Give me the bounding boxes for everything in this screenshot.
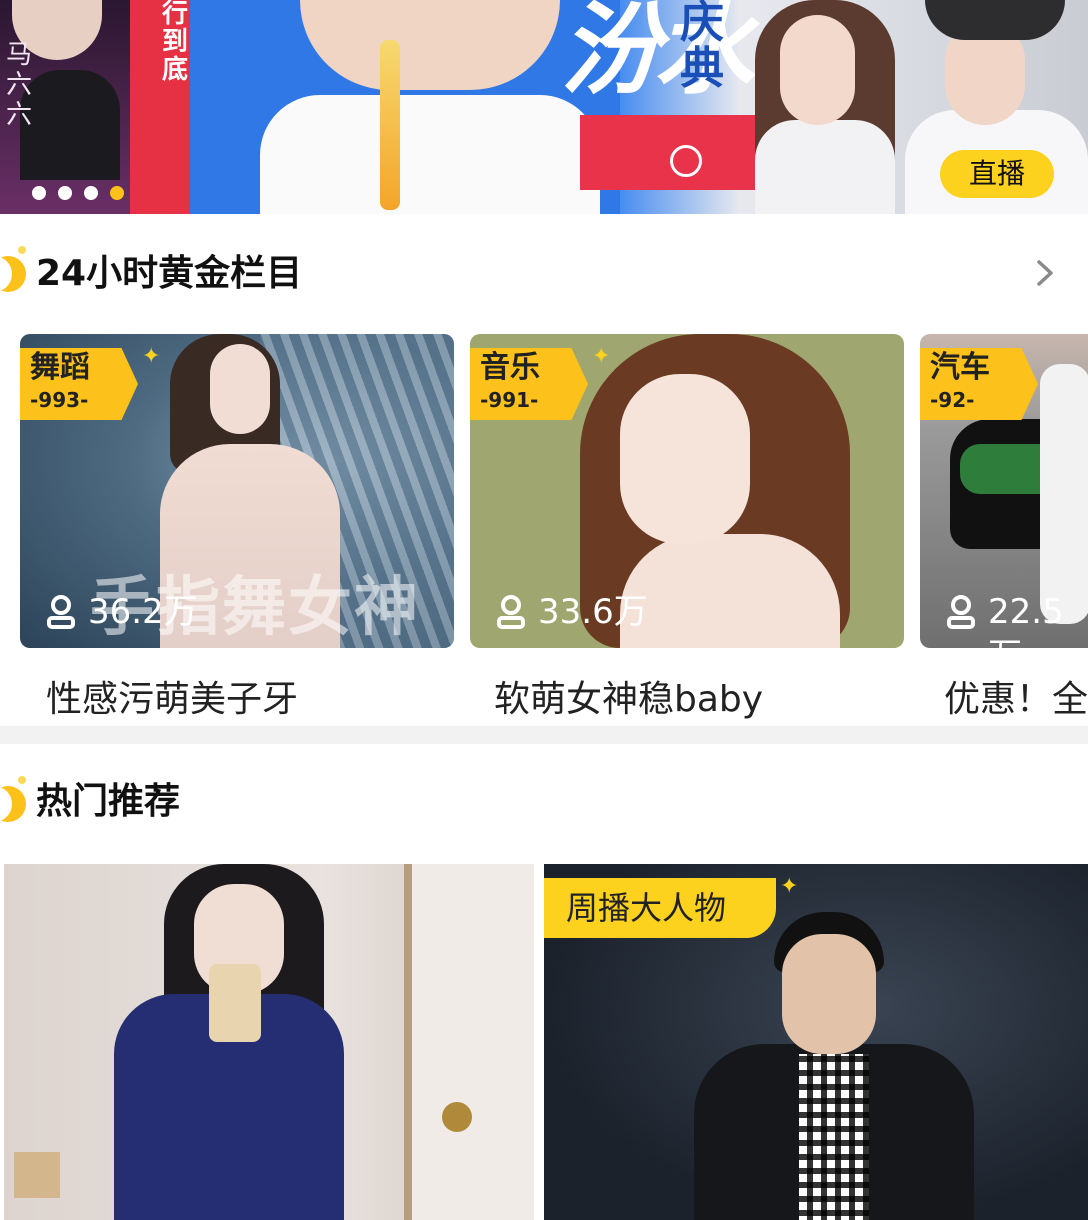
category-badge: 舞蹈 -993- [20,348,138,420]
gold-card-music[interactable]: 音乐 -991- ✦ 33.6万 [470,334,904,648]
carousel-dot[interactable] [58,185,72,200]
section-accent-icon [0,246,26,294]
gold-section-title: 24小时黄金栏目 [36,253,303,294]
banner-left-text: 马六六 [6,40,33,130]
carousel-dot[interactable] [84,185,98,200]
banner-red-strip: 行到底 [130,0,190,214]
card-caption[interactable]: 优惠！全 [944,678,1088,722]
sparkle-icon: ✦ [142,344,161,369]
banner-main-person [260,0,600,214]
card-caption[interactable]: 性感污萌美子牙 [46,678,298,722]
viewer-count: 22.5万 [988,592,1064,648]
banner-red-strip-text: 行到底 [162,0,189,85]
live-badge[interactable]: 直播 [940,150,1054,198]
viewer-count: 36.2万 [88,592,198,632]
category-label: 舞蹈 [30,350,90,385]
category-number: -92- [930,388,975,412]
card-caption[interactable]: 软萌女神稳baby [494,678,763,722]
sparkle-icon: ✦ [780,874,799,899]
weekly-badge: 周播大人物 [544,878,776,938]
viewer-icon [947,595,975,629]
category-badge: 音乐 -991- [470,348,588,420]
carousel-dot[interactable] [32,185,46,200]
banner-headline-small: 庆典 [680,0,724,94]
category-number: -991- [480,388,539,412]
category-number: -993- [30,388,89,412]
category-label: 音乐 [480,350,540,385]
section-divider [0,726,1088,744]
carousel-indicator[interactable] [32,182,136,200]
hot-card-1[interactable] [4,864,534,1220]
viewer-icon [47,595,75,629]
sparkle-icon: ✦ [592,344,611,369]
viewer-count: 33.6万 [538,592,648,632]
section-accent-icon [0,776,26,824]
category-label: 汽车 [930,350,990,385]
top-banner-carousel[interactable]: 马六六 行到底 汾水 庆典 直播 [0,0,1088,214]
ring-icon [670,145,702,177]
banner-girl-portrait-1 [745,0,905,214]
category-badge: 汽车 -92- [920,348,1038,420]
gold-card-dance[interactable]: 手指舞女神 舞蹈 -993- ✦ 36.2万 [20,334,454,648]
carousel-dot-active[interactable] [110,185,124,200]
chevron-right-icon[interactable] [1030,258,1060,288]
hot-card-2[interactable]: 周播大人物 ✦ [544,864,1088,1220]
viewer-icon [497,595,525,629]
gold-card-car[interactable]: 汽车 -92- 22.5万 [920,334,1088,648]
hot-section-title: 热门推荐 [36,781,181,822]
